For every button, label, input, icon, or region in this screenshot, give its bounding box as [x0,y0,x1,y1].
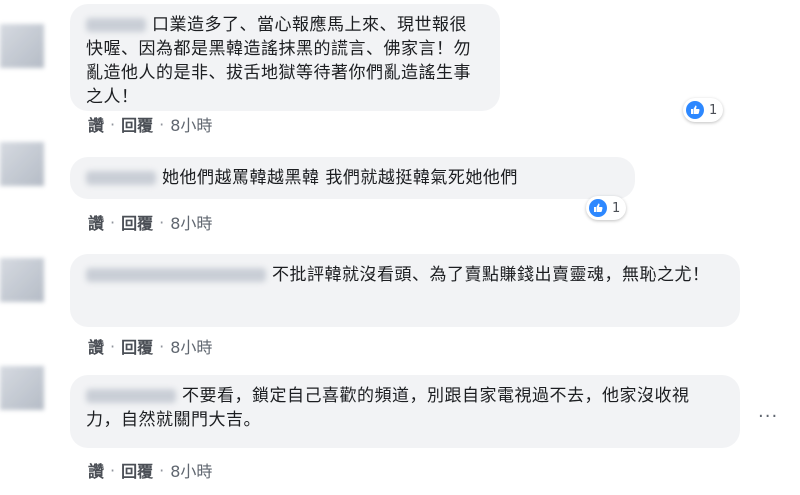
reaction-count: 1 [709,102,718,118]
comment-bubble: 口業造多了、當心報應馬上來、現世報很快喔、因為都是黑韓造謠抹黑的謊言、佛家言！勿… [70,4,500,111]
like-icon [589,199,607,217]
comment-actions: 讚 · 回覆 · 8小時 [88,458,212,482]
like-button[interactable]: 讚 [88,462,104,481]
avatar[interactable] [0,258,44,302]
comment-bubble: 她他們越罵韓越黑韓 我們就越挺韓氣死她他們 [70,157,635,199]
comment-bubble: 不要看，鎖定自己喜歡的頻道，別跟自家電視過不去，他家沒收視力，自然就關門大吉。 [70,375,740,448]
comment-text: 她他們越罵韓越黑韓 我們就越挺韓氣死她他們 [162,168,518,188]
reply-button[interactable]: 回覆 [121,116,153,135]
comment-bubble: 不批評韓就沒看頭、為了賣點賺錢出賣靈魂，無恥之尤！ [70,254,740,327]
commenter-name[interactable] [86,171,156,185]
like-button[interactable]: 讚 [88,116,104,135]
commenter-name[interactable] [86,18,146,32]
separator: · [110,336,116,356]
comment-actions: 讚 · 回覆 · 8小時 [88,210,212,234]
reply-button[interactable]: 回覆 [121,214,153,233]
commenter-name[interactable] [86,268,266,282]
more-options-icon[interactable]: ··· [758,408,778,426]
like-button[interactable]: 讚 [88,214,104,233]
comment-timestamp[interactable]: 8小時 [170,462,212,481]
like-icon [686,101,704,119]
separator: · [159,336,165,356]
comment-timestamp[interactable]: 8小時 [170,338,212,357]
comment-text: 不批評韓就沒看頭、為了賣點賺錢出賣靈魂，無恥之尤！ [272,265,710,285]
comment-timestamp[interactable]: 8小時 [170,214,212,233]
separator: · [110,114,116,134]
reply-button[interactable]: 回覆 [121,338,153,357]
reaction-summary[interactable]: 1 [683,98,724,122]
reply-button[interactable]: 回覆 [121,462,153,481]
comment-actions: 讚 · 回覆 · 8小時 [88,112,212,136]
separator: · [159,212,165,232]
commenter-name[interactable] [86,389,176,403]
avatar[interactable] [0,366,44,410]
like-button[interactable]: 讚 [88,338,104,357]
comment-timestamp[interactable]: 8小時 [170,116,212,135]
avatar[interactable] [0,142,44,186]
comment-text: 不要看，鎖定自己喜歡的頻道，別跟自家電視過不去，他家沒收視力，自然就關門大吉。 [86,386,690,430]
separator: · [110,460,116,480]
reaction-count: 1 [612,200,621,216]
separator: · [110,212,116,232]
avatar[interactable] [0,24,44,68]
comment-actions: 讚 · 回覆 · 8小時 [88,334,212,358]
separator: · [159,114,165,134]
separator: · [159,460,165,480]
reaction-summary[interactable]: 1 [586,196,627,220]
